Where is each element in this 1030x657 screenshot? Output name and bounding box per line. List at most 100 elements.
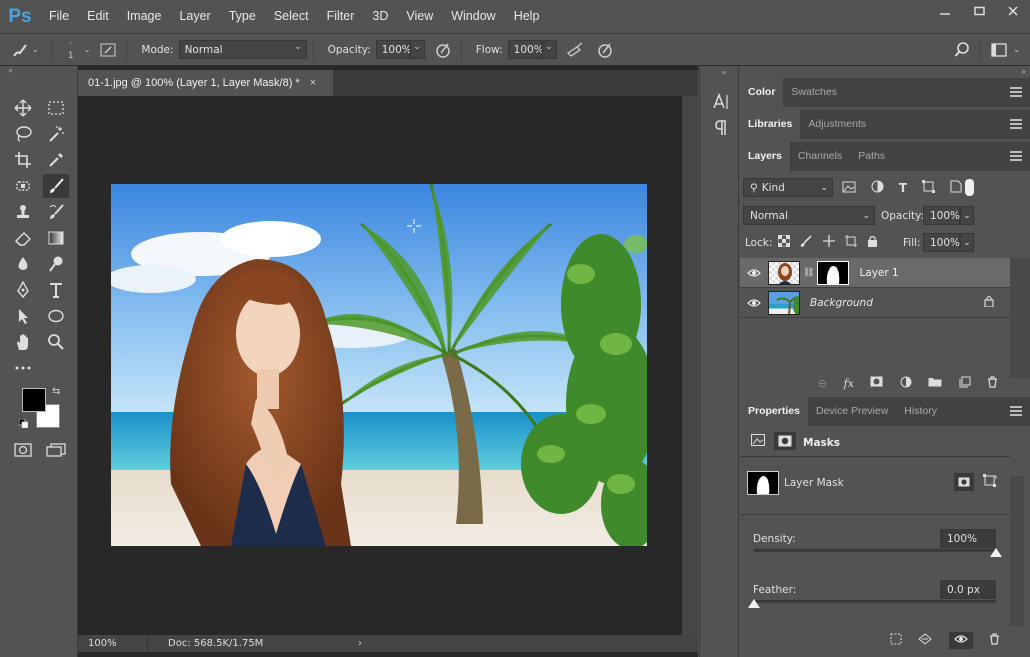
foreground-color-swatch[interactable] <box>22 388 46 412</box>
collapse-icon[interactable]: « <box>8 66 13 75</box>
brush-panel-icon[interactable] <box>96 38 120 62</box>
move-tool-icon[interactable] <box>10 96 36 120</box>
visibility-eye-icon[interactable] <box>740 268 768 278</box>
density-input[interactable]: 100% <box>940 529 996 548</box>
filter-smart-object-icon[interactable] <box>950 180 962 196</box>
history-brush-icon[interactable] <box>43 200 69 224</box>
menu-image[interactable]: Image <box>118 0 171 33</box>
opacity-dropdown[interactable]: ⌄ <box>409 40 425 59</box>
tab-properties[interactable]: Properties <box>740 397 808 426</box>
filter-adjustment-icon[interactable] <box>871 180 884 196</box>
pressure-size-icon[interactable] <box>593 38 617 62</box>
quick-mask-icon[interactable] <box>10 438 36 462</box>
expand-panels-icon[interactable]: « <box>722 68 727 77</box>
panel-menu-icon[interactable] <box>1010 87 1022 97</box>
link-icon[interactable]: ⛓ <box>803 268 814 278</box>
workspace-icon[interactable] <box>987 38 1011 62</box>
layer-opacity-input[interactable]: 100% <box>923 206 960 225</box>
menu-window[interactable]: Window <box>442 0 504 33</box>
close-icon[interactable] <box>996 0 1030 22</box>
panel-menu-icon[interactable] <box>1010 406 1022 416</box>
visibility-eye-icon[interactable] <box>740 298 768 308</box>
vector-mask-icon[interactable] <box>983 474 997 491</box>
feather-input[interactable]: 0.0 px <box>940 580 996 599</box>
menu-filter[interactable]: Filter <box>318 0 364 33</box>
menu-help[interactable]: Help <box>505 0 549 33</box>
tab-channels[interactable]: Channels <box>790 142 850 171</box>
airbrush-icon[interactable] <box>563 38 587 62</box>
gradient-tool-icon[interactable] <box>43 226 69 250</box>
tab-swatches[interactable]: Swatches <box>783 78 845 107</box>
canvas-image[interactable] <box>111 184 647 546</box>
lock-position-icon[interactable] <box>822 234 835 250</box>
restore-icon[interactable] <box>962 0 996 22</box>
shape-tool-icon[interactable] <box>43 304 69 328</box>
tab-libraries[interactable]: Libraries <box>740 110 801 139</box>
menu-file[interactable]: File <box>40 0 78 33</box>
feather-slider-thumb[interactable] <box>748 599 760 608</box>
new-adjustment-icon[interactable] <box>900 376 912 391</box>
document-tab[interactable]: 01-1.jpg @ 100% (Layer 1, Layer Mask/8) … <box>78 70 333 96</box>
fill-dropdown[interactable]: ⌄ <box>960 233 974 252</box>
layer-thumbnail[interactable] <box>768 290 800 315</box>
status-menu-icon[interactable]: › <box>358 638 362 649</box>
type-tool-icon[interactable] <box>43 278 69 302</box>
menu-type[interactable]: Type <box>220 0 265 33</box>
chevron-down-icon[interactable]: ⌄ <box>1013 45 1020 54</box>
pen-tool-icon[interactable] <box>10 278 36 302</box>
layer-row-layer-1[interactable]: ⛓ Layer 1 <box>740 258 1010 288</box>
delete-mask-icon[interactable] <box>989 632 1000 648</box>
zoom-level[interactable]: 100% <box>78 635 148 652</box>
document-scrollbar[interactable] <box>682 96 698 635</box>
magic-wand-icon[interactable] <box>43 122 69 146</box>
lasso-tool-icon[interactable] <box>10 122 36 146</box>
filter-shape-icon[interactable] <box>922 180 936 196</box>
layer-row-background[interactable]: Background <box>740 288 1010 318</box>
chevron-down-icon[interactable]: ⌄ <box>84 45 91 54</box>
filter-pixel-icon[interactable] <box>842 181 856 196</box>
tab-history[interactable]: History <box>896 397 945 426</box>
minimize-icon[interactable] <box>928 0 962 22</box>
default-colors-icon[interactable] <box>18 418 29 429</box>
brush-tool-icon[interactable] <box>43 174 69 198</box>
tab-color[interactable]: Color <box>740 78 784 107</box>
eraser-tool-icon[interactable] <box>10 226 36 250</box>
flow-input[interactable]: 100% <box>507 40 544 59</box>
tab-adjustments[interactable]: Adjustments <box>800 110 874 139</box>
pressure-opacity-icon[interactable] <box>431 38 455 62</box>
clone-stamp-icon[interactable] <box>10 200 36 224</box>
layers-scrollbar[interactable] <box>1010 258 1030 378</box>
fill-input[interactable]: 100% <box>923 233 960 252</box>
swap-colors-icon[interactable]: ⇆ <box>52 386 60 397</box>
brush-preset-icon[interactable] <box>8 38 32 62</box>
mode-select[interactable]: Normal ⌄ <box>178 40 307 59</box>
paragraph-panel-icon[interactable] <box>712 118 730 138</box>
density-slider-track[interactable] <box>754 549 996 552</box>
marquee-tool-icon[interactable] <box>43 96 69 120</box>
link-layers-icon[interactable]: ⊖ <box>818 377 827 390</box>
tab-device-preview[interactable]: Device Preview <box>808 397 896 426</box>
add-mask-icon[interactable] <box>870 376 883 390</box>
masks-icon[interactable] <box>774 432 796 450</box>
character-panel-icon[interactable] <box>712 92 730 112</box>
panel-menu-icon[interactable] <box>1010 119 1022 129</box>
menu-select[interactable]: Select <box>265 0 318 33</box>
lock-pixels-icon[interactable] <box>800 234 812 250</box>
blend-mode-select[interactable]: Normal ⌄ <box>743 206 875 225</box>
lock-transparency-icon[interactable] <box>777 234 791 250</box>
tab-paths[interactable]: Paths <box>850 142 893 171</box>
menu-view[interactable]: View <box>397 0 442 33</box>
close-tab-icon[interactable]: × <box>310 77 316 89</box>
brush-size-picker[interactable]: · 1 <box>58 38 84 62</box>
collapse-dock-icon[interactable]: » <box>1021 67 1026 76</box>
crop-tool-icon[interactable] <box>10 148 36 172</box>
hand-tool-icon[interactable] <box>10 330 36 354</box>
healing-brush-icon[interactable] <box>10 174 36 198</box>
eyedropper-icon[interactable] <box>43 148 69 172</box>
pixel-mask-icon[interactable] <box>751 434 765 449</box>
search-icon[interactable] <box>950 38 974 62</box>
layer-thumbnail[interactable] <box>768 260 800 285</box>
lock-artboard-icon[interactable] <box>844 234 857 250</box>
tab-layers[interactable]: Layers <box>740 142 790 171</box>
load-selection-icon[interactable] <box>890 633 902 648</box>
